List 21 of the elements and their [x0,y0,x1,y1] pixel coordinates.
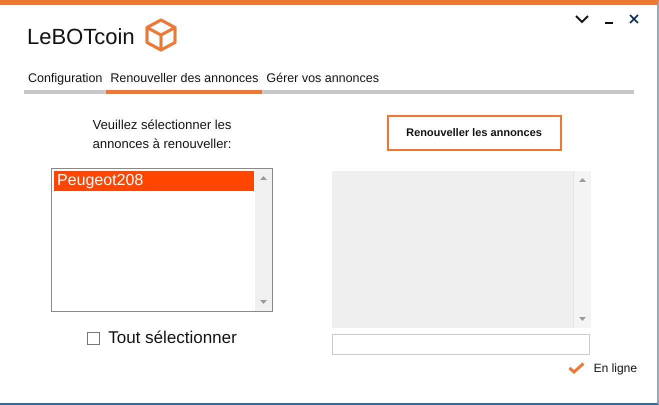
scroll-up-icon[interactable] [260,176,267,180]
close-icon[interactable] [629,14,639,24]
app-title: LeBOTcoin [27,24,135,50]
instruction-text: Veuillez sélectionner les annonces à renouveller: [92,116,232,153]
status-text: En ligne [594,361,637,375]
input-field[interactable] [332,334,590,355]
dropdown-icon[interactable] [575,14,589,24]
renew-button[interactable]: Renouveller les annonces [386,115,562,151]
checkmark-icon [568,362,585,374]
tab[interactable]: Renouveller des annonces [106,71,262,94]
cube-icon [144,18,177,52]
checkbox-label[interactable]: Tout sélectionner [108,328,237,348]
scroll-down-icon[interactable] [579,317,586,321]
scrollbar[interactable] [573,171,591,328]
tab[interactable]: Gérer vos annonces [262,71,383,94]
scrollbar[interactable] [255,169,272,311]
tab[interactable]: Configuration [24,71,106,94]
scroll-down-icon[interactable] [260,300,267,304]
scroll-up-icon[interactable] [579,178,586,182]
checkbox[interactable] [87,332,100,344]
minimize-icon[interactable] [605,22,613,24]
